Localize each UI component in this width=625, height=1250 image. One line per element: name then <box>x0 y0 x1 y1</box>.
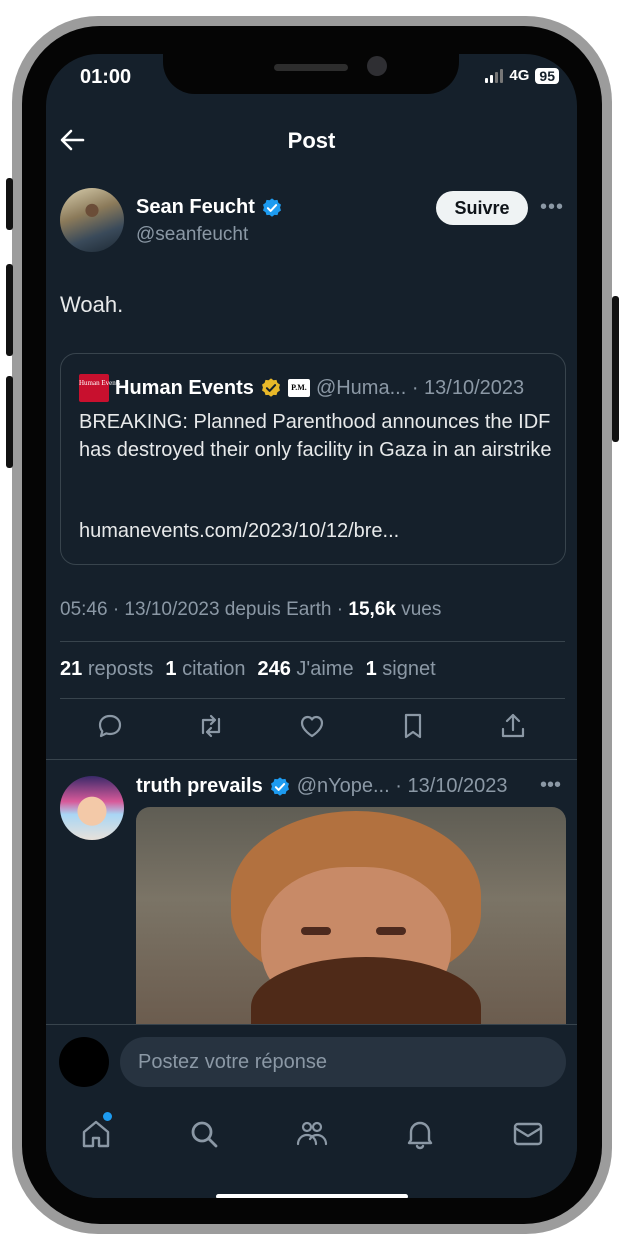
verified-badge-icon <box>270 776 289 796</box>
status-time: 01:00 <box>80 66 132 88</box>
reply-author-avatar[interactable] <box>60 776 124 840</box>
home-icon[interactable] <box>78 1116 114 1152</box>
quoted-post-text: BREAKING: Planned Parenthood announces t… <box>79 411 552 461</box>
volume-up-button <box>6 264 13 356</box>
page-title: Post <box>287 128 336 153</box>
divider <box>46 759 577 760</box>
likes-stat[interactable]: 246 J'aime <box>257 658 353 681</box>
reply-composer: Postez votre réponse <box>46 1024 577 1100</box>
communities-icon[interactable] <box>294 1116 330 1152</box>
notch <box>163 54 459 94</box>
reply-header: truth prevails @nYope... · 13/10/2023 <box>136 775 508 798</box>
follow-button[interactable]: Suivre <box>436 191 528 225</box>
share-icon[interactable] <box>497 710 529 742</box>
network-type: 4G <box>509 67 530 84</box>
bookmark-icon[interactable] <box>397 710 429 742</box>
user-avatar[interactable] <box>59 1037 109 1087</box>
divider <box>60 641 565 642</box>
search-icon[interactable] <box>186 1116 222 1152</box>
post-timestamp: 05:46 · 13/10/2023 depuis Earth · <box>60 599 349 620</box>
bottom-tab-bar <box>46 1100 577 1198</box>
bookmarks-stat[interactable]: 1 signet <box>366 658 436 681</box>
signal-icon <box>485 68 504 83</box>
author-handle[interactable]: @seanfeucht <box>136 224 248 246</box>
quoted-post[interactable]: Human Events Human Events P.M. @Huma... … <box>60 353 566 565</box>
speaker <box>274 64 348 71</box>
affiliate-badge: P.M. <box>287 379 310 397</box>
reply-handle-date: @nYope... · 13/10/2023 <box>296 775 508 797</box>
quoted-author-logo: Human Events <box>79 374 120 402</box>
gold-verified-icon <box>261 378 280 397</box>
like-icon[interactable] <box>296 710 328 742</box>
post-meta: 05:46 · 13/10/2023 depuis Earth · 15,6k … <box>60 599 441 621</box>
battery-level: 95 <box>535 67 559 84</box>
silent-switch <box>6 178 13 230</box>
quoted-author-name: Human Events <box>115 376 254 399</box>
post-text: Woah. <box>60 292 124 317</box>
engagement-stats: 21 reposts 1 citation 246 J'aime 1 signe… <box>60 658 436 681</box>
more-icon[interactable]: ••• <box>540 196 564 219</box>
author-avatar[interactable] <box>60 188 124 252</box>
views-count: 15,6k <box>348 599 396 620</box>
reposts-stat[interactable]: 21 reposts <box>60 658 153 681</box>
quoted-handle-date: @Huma... · 13/10/2023 <box>315 376 525 399</box>
post-header: Post <box>46 118 577 162</box>
home-notification-dot <box>103 1112 112 1121</box>
quoted-post-link[interactable]: humanevents.com/2023/10/12/bre... <box>79 520 399 543</box>
views-label: vues <box>401 599 442 620</box>
messages-icon[interactable] <box>510 1116 546 1152</box>
reply-input[interactable]: Postez votre réponse <box>120 1037 566 1087</box>
reply-icon[interactable] <box>94 710 126 742</box>
power-button <box>612 296 619 442</box>
verified-badge-icon <box>262 197 281 217</box>
quotes-stat[interactable]: 1 citation <box>165 658 245 681</box>
status-indicators: 4G 95 <box>485 67 559 84</box>
reply-author-name[interactable]: truth prevails <box>136 775 263 798</box>
notifications-icon[interactable] <box>402 1116 438 1152</box>
app-screen: 01:00 4G 95 Post Sean Feucht @seanfeucht… <box>46 54 577 1198</box>
divider <box>60 698 565 699</box>
volume-down-button <box>6 376 13 468</box>
action-bar <box>46 710 577 750</box>
quoted-post-header: Human Events Human Events P.M. @Huma... … <box>79 374 524 402</box>
home-indicator <box>216 1194 408 1198</box>
reply-gif-image[interactable] <box>136 807 566 1037</box>
repost-icon[interactable] <box>195 710 227 742</box>
author-name[interactable]: Sean Feucht <box>136 196 283 219</box>
front-camera <box>367 56 387 76</box>
author-name-text[interactable]: Sean Feucht <box>136 196 255 219</box>
more-icon[interactable]: ••• <box>540 774 561 797</box>
